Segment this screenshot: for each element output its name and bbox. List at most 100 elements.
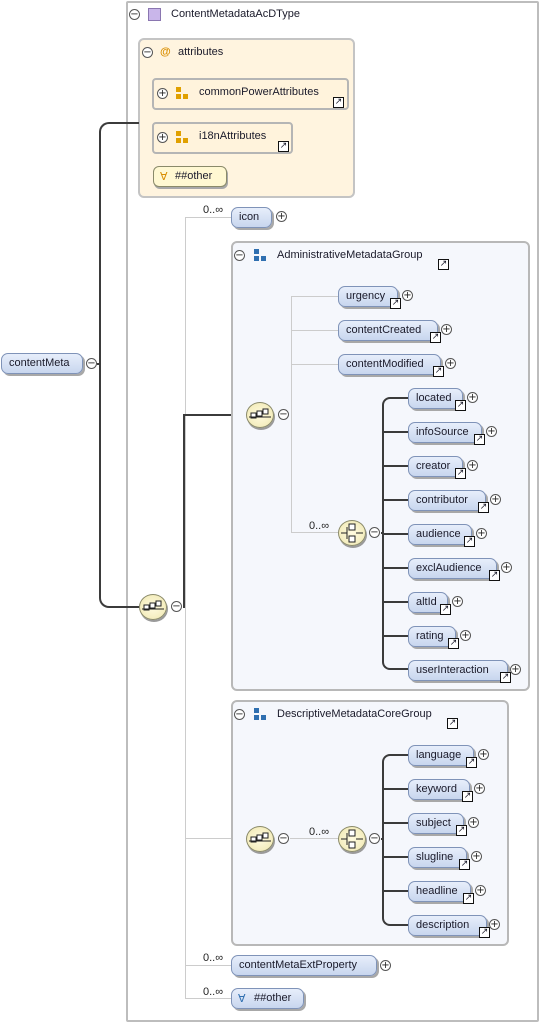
open-definition-icon[interactable]: ↗ <box>464 536 475 547</box>
expand-toggle[interactable]: + <box>478 749 489 760</box>
open-definition-icon[interactable]: ↗ <box>462 791 473 802</box>
expand-toggle[interactable]: + <box>476 528 487 539</box>
group-title: DescriptiveMetadataCoreGroup <box>277 708 432 720</box>
open-definition-icon[interactable]: ↗ <box>333 97 344 108</box>
sequence-compositor-icon[interactable] <box>246 826 274 852</box>
open-definition-icon[interactable]: ↗ <box>278 141 289 152</box>
attribute-group-label: commonPowerAttributes <box>199 86 319 98</box>
collapse-choice-toggle[interactable]: − <box>369 833 380 844</box>
expand-toggle[interactable]: + <box>402 290 413 301</box>
element-node-user-interaction[interactable]: userInteraction <box>408 660 508 681</box>
expand-toggle[interactable]: + <box>490 494 501 505</box>
open-definition-icon[interactable]: ↗ <box>500 672 511 683</box>
connector <box>384 601 408 603</box>
expand-i18n-toggle[interactable]: + <box>157 132 168 143</box>
open-definition-icon[interactable]: ↗ <box>448 638 459 649</box>
expand-toggle[interactable]: + <box>471 851 482 862</box>
choice-compositor-icon[interactable] <box>338 826 366 852</box>
connector <box>382 754 408 926</box>
choice-compositor-icon[interactable] <box>338 520 366 546</box>
element-node-content-meta-ext-property[interactable]: contentMetaExtProperty <box>231 955 377 976</box>
element-node-icon[interactable]: icon <box>231 207 272 228</box>
open-definition-icon[interactable]: ↗ <box>459 859 470 870</box>
expand-toggle[interactable]: + <box>474 783 485 794</box>
expand-toggle[interactable]: + <box>445 358 456 369</box>
collapse-sequence-toggle[interactable]: − <box>171 601 182 612</box>
collapse-choice-toggle[interactable]: − <box>369 527 380 538</box>
element-node-audience[interactable]: audience <box>408 524 472 545</box>
expand-common-power-toggle[interactable]: + <box>157 88 168 99</box>
open-definition-icon[interactable]: ↗ <box>474 434 485 445</box>
expand-toggle[interactable]: + <box>510 664 521 675</box>
expand-toggle[interactable]: + <box>276 211 287 222</box>
collapse-group-toggle[interactable]: − <box>234 250 245 261</box>
sequence-compositor-icon[interactable] <box>139 594 167 620</box>
any-attribute-label: ##other <box>175 170 213 182</box>
connector <box>185 838 231 839</box>
open-definition-icon[interactable]: ↗ <box>455 400 466 411</box>
connector <box>384 533 408 535</box>
element-node-language[interactable]: language <box>408 745 474 766</box>
open-definition-icon[interactable]: ↗ <box>447 718 458 729</box>
connector <box>384 856 408 858</box>
expand-toggle[interactable]: + <box>452 596 463 607</box>
element-node-description[interactable]: description <box>408 915 487 936</box>
open-definition-icon[interactable]: ↗ <box>466 757 477 768</box>
group-title: AdministrativeMetadataGroup <box>277 249 423 261</box>
element-label: keyword <box>416 783 457 795</box>
connector <box>384 635 408 637</box>
occurrence-label: 0..∞ <box>203 952 224 964</box>
open-definition-icon[interactable]: ↗ <box>478 502 489 513</box>
open-definition-icon[interactable]: ↗ <box>440 604 451 615</box>
element-node-headline[interactable]: headline <box>408 881 471 902</box>
element-label: audience <box>416 528 461 540</box>
expand-toggle[interactable]: + <box>468 817 479 828</box>
at-icon: @ <box>160 46 171 58</box>
expand-toggle[interactable]: + <box>475 885 486 896</box>
open-definition-icon[interactable]: ↗ <box>390 298 401 309</box>
element-label: contentMetaExtProperty <box>239 959 358 971</box>
occurrence-label: 0..∞ <box>203 986 224 998</box>
collapse-root-toggle[interactable]: − <box>86 358 97 369</box>
expand-toggle[interactable]: + <box>501 562 512 573</box>
element-label: urgency <box>346 290 386 302</box>
element-label: icon <box>239 211 260 223</box>
connector <box>183 414 185 608</box>
element-label: exclAudience <box>416 562 482 574</box>
root-element-node[interactable]: contentMeta <box>1 353 83 374</box>
expand-toggle[interactable]: + <box>441 324 452 335</box>
open-definition-icon[interactable]: ↗ <box>463 893 474 904</box>
collapse-group-toggle[interactable]: − <box>234 709 245 720</box>
open-definition-icon[interactable]: ↗ <box>489 570 500 581</box>
expand-toggle[interactable]: + <box>486 426 497 437</box>
expand-toggle[interactable]: + <box>460 630 471 641</box>
element-node-contributor[interactable]: contributor <box>408 490 486 511</box>
collapse-attributes-toggle[interactable]: − <box>142 47 153 58</box>
element-node-excl-audience[interactable]: exclAudience <box>408 558 497 579</box>
element-node-urgency[interactable]: urgency <box>338 286 398 307</box>
element-node-keyword[interactable]: keyword <box>408 779 470 800</box>
open-definition-icon[interactable]: ↗ <box>438 259 449 270</box>
expand-toggle[interactable]: + <box>380 960 391 971</box>
collapse-sequence-toggle[interactable]: − <box>278 409 289 420</box>
connector <box>384 788 408 790</box>
open-definition-icon[interactable]: ↗ <box>456 825 467 836</box>
collapse-type-toggle[interactable]: − <box>129 9 140 20</box>
expand-toggle[interactable]: + <box>489 919 500 930</box>
element-node-content-modified[interactable]: contentModified <box>338 354 441 375</box>
connector <box>290 838 338 839</box>
element-node-info-source[interactable]: infoSource <box>408 422 482 443</box>
expand-toggle[interactable]: + <box>467 460 478 471</box>
collapse-sequence-toggle[interactable]: − <box>278 833 289 844</box>
element-node-content-created[interactable]: contentCreated <box>338 320 438 341</box>
open-definition-icon[interactable]: ↗ <box>433 366 444 377</box>
open-definition-icon[interactable]: ↗ <box>430 332 441 343</box>
root-element-label: contentMeta <box>9 357 70 369</box>
connector <box>291 532 338 533</box>
expand-toggle[interactable]: + <box>467 392 478 403</box>
sequence-compositor-icon[interactable] <box>246 402 274 428</box>
open-definition-icon[interactable]: ↗ <box>455 468 466 479</box>
connector <box>185 998 231 999</box>
attribute-group-icon <box>176 87 188 99</box>
open-definition-icon[interactable]: ↗ <box>479 927 490 938</box>
